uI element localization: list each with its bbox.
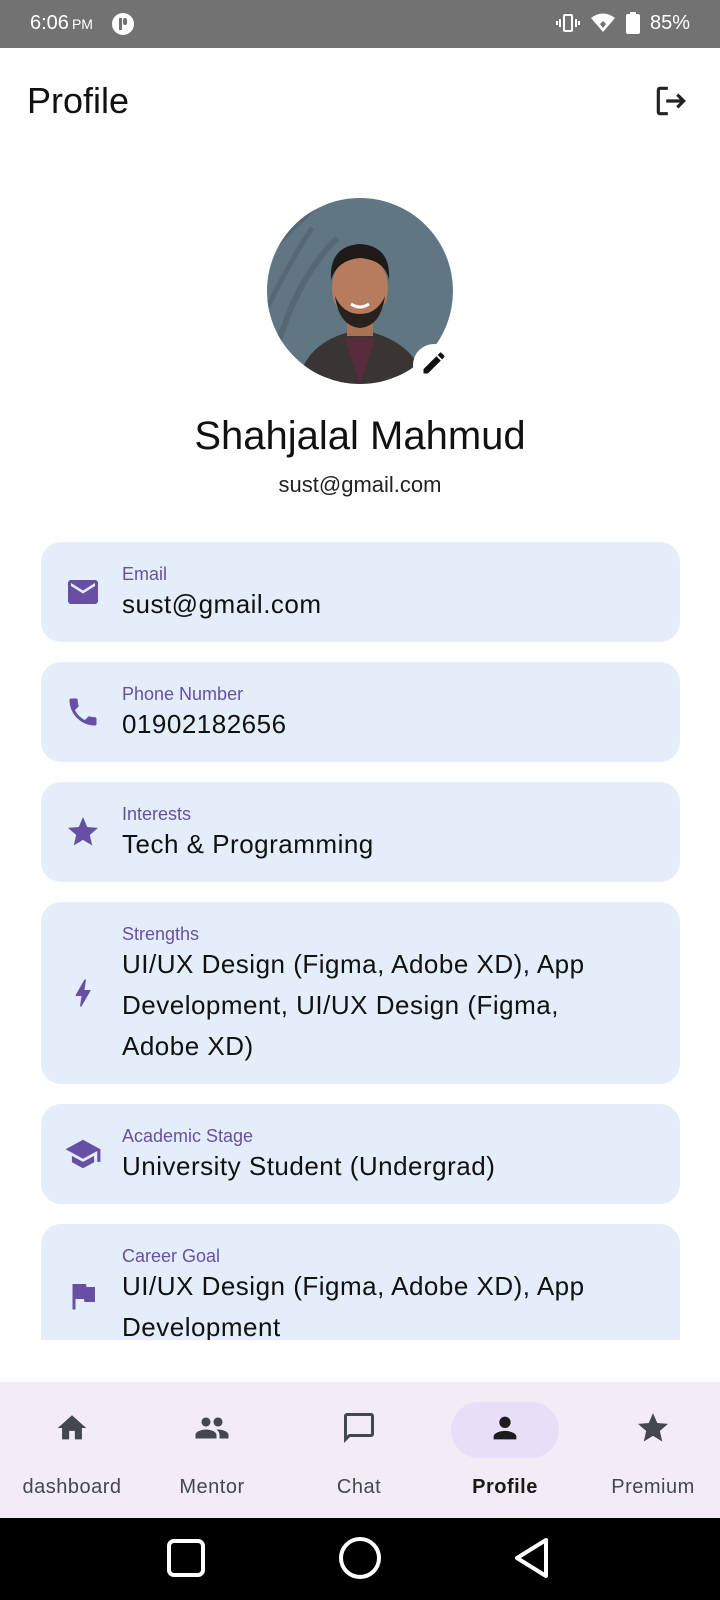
star-icon bbox=[63, 812, 103, 852]
chat-icon bbox=[341, 1410, 377, 1451]
card-value: sust@gmail.com bbox=[122, 589, 322, 619]
nav-pill bbox=[18, 1402, 126, 1458]
school-icon bbox=[63, 1134, 103, 1174]
interests-card[interactable]: Interests Tech & Programming bbox=[41, 782, 680, 882]
nav-item-chat[interactable]: Chat bbox=[287, 1382, 431, 1518]
status-time-value: 6:06 bbox=[30, 12, 69, 34]
card-value: 01902182656 bbox=[122, 709, 287, 739]
app-notification-icon bbox=[111, 12, 135, 36]
email-card[interactable]: Email sust@gmail.com bbox=[41, 542, 680, 642]
nav-label: dashboard bbox=[22, 1476, 122, 1498]
flag-icon bbox=[63, 1276, 103, 1316]
nav-pill bbox=[158, 1402, 266, 1458]
scroll-fade bbox=[0, 1340, 720, 1380]
bolt-icon bbox=[63, 973, 103, 1013]
phone-icon bbox=[63, 692, 103, 732]
nav-pill bbox=[599, 1402, 707, 1458]
nav-item-profile[interactable]: Profile bbox=[433, 1382, 577, 1518]
phone-card[interactable]: Phone Number 01902182656 bbox=[41, 662, 680, 762]
square-icon bbox=[166, 1538, 206, 1583]
battery-icon bbox=[625, 12, 640, 34]
page-title: Profile bbox=[27, 80, 130, 121]
card-value: University Student (Undergrad) bbox=[122, 1151, 496, 1181]
card-label: Email bbox=[122, 564, 168, 584]
card-value: UI/UX Design (Figma, Adobe XD), App Deve… bbox=[122, 1271, 585, 1342]
card-label: Phone Number bbox=[122, 684, 244, 704]
back-triangle-icon bbox=[512, 1537, 552, 1584]
card-label: Career Goal bbox=[122, 1246, 221, 1266]
status-bar: 6:06 PM 85% bbox=[0, 0, 720, 48]
home-icon bbox=[55, 1411, 89, 1450]
star-icon bbox=[635, 1410, 671, 1451]
nav-label: Mentor bbox=[179, 1476, 245, 1498]
nav-label: Profile bbox=[472, 1476, 538, 1498]
edit-avatar-button[interactable] bbox=[413, 344, 455, 386]
recents-button[interactable] bbox=[162, 1536, 210, 1584]
mail-icon bbox=[63, 572, 103, 612]
circle-icon bbox=[338, 1536, 382, 1585]
status-time-ampm: PM bbox=[71, 16, 93, 32]
battery-percent: 85% bbox=[649, 11, 690, 34]
card-value: UI/UX Design (Figma, Adobe XD), App Deve… bbox=[122, 949, 585, 1061]
profile-avatar-container bbox=[267, 198, 455, 386]
wifi-icon bbox=[590, 11, 616, 35]
card-value: Tech & Programming bbox=[122, 829, 374, 859]
card-label: Strengths bbox=[122, 924, 200, 944]
nav-pill bbox=[305, 1402, 413, 1458]
system-navigation-bar bbox=[0, 1518, 720, 1600]
profile-email: sust@gmail.com bbox=[278, 472, 442, 497]
nav-item-premium[interactable]: Premium bbox=[581, 1382, 720, 1518]
nav-item-mentor[interactable]: Mentor bbox=[140, 1382, 284, 1518]
profile-name: Shahjalal Mahmud bbox=[194, 414, 526, 458]
logout-icon bbox=[652, 82, 690, 125]
nav-item-dashboard[interactable]: dashboard bbox=[0, 1382, 144, 1518]
bottom-navigation: dashboard Mentor Chat Profile Premium bbox=[0, 1382, 720, 1518]
nav-pill-active bbox=[451, 1402, 559, 1458]
status-time: 6:06 PM bbox=[30, 12, 93, 35]
status-indicators: 85% bbox=[555, 11, 690, 35]
vibrate-icon bbox=[555, 11, 580, 35]
logout-button[interactable] bbox=[650, 82, 692, 124]
strengths-card[interactable]: Strengths UI/UX Design (Figma, Adobe XD)… bbox=[41, 902, 680, 1084]
pencil-icon bbox=[420, 349, 448, 382]
nav-label: Chat bbox=[336, 1476, 382, 1498]
nav-label: Premium bbox=[611, 1476, 695, 1498]
group-icon bbox=[194, 1410, 230, 1451]
academic-stage-card[interactable]: Academic Stage University Student (Under… bbox=[41, 1104, 680, 1204]
home-button[interactable] bbox=[336, 1536, 384, 1584]
person-icon bbox=[488, 1411, 522, 1450]
card-label: Academic Stage bbox=[122, 1126, 254, 1146]
card-label: Interests bbox=[122, 804, 192, 824]
back-button[interactable] bbox=[508, 1536, 556, 1584]
